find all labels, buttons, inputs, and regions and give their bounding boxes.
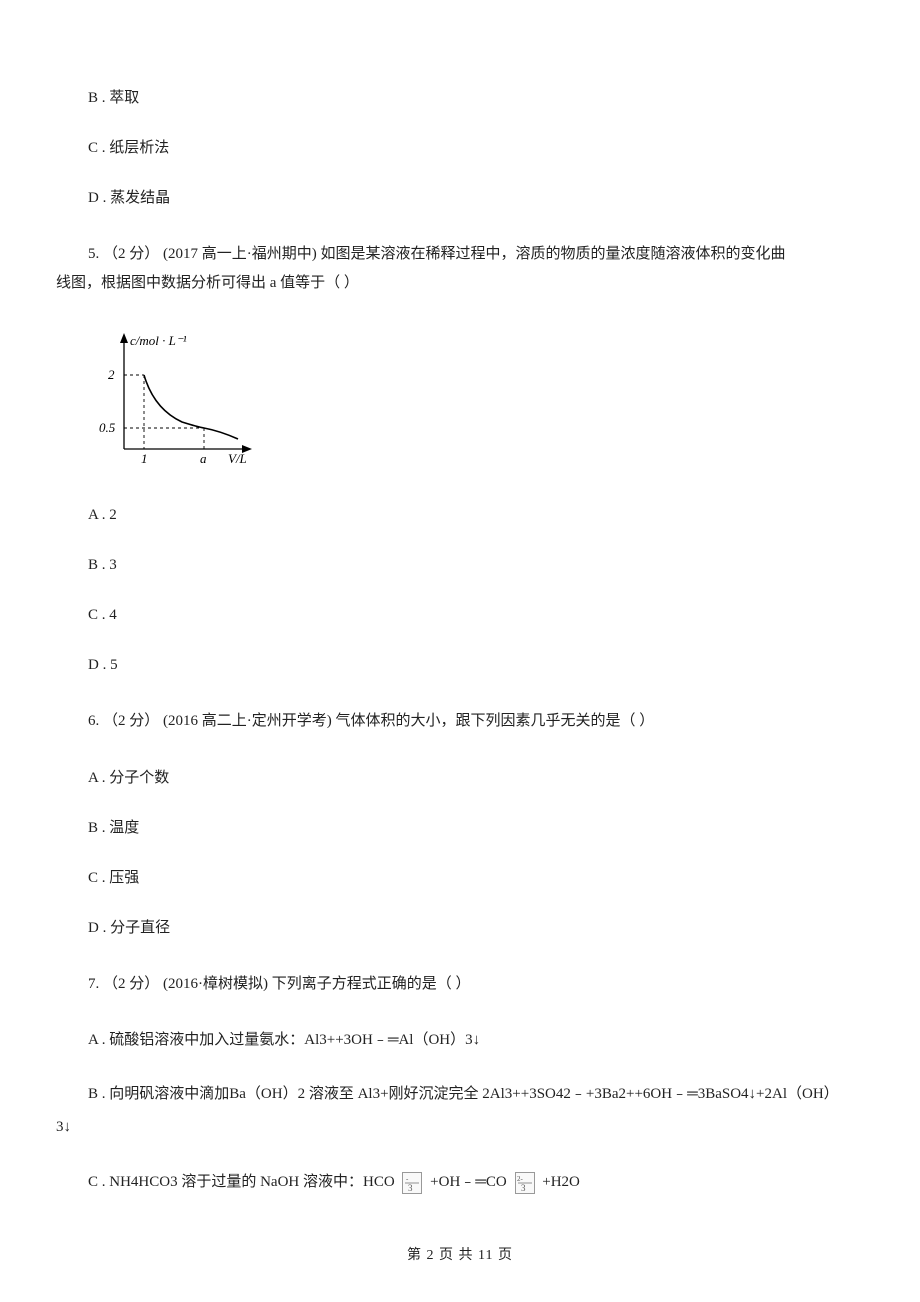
- ion-fragment-co3-icon: 2- 3: [515, 1172, 535, 1194]
- svg-text:3: 3: [521, 1183, 526, 1193]
- question-7-text: 7. （2 分） (2016·樟树模拟) 下列离子方程式正确的是（ ）: [88, 976, 471, 992]
- q7-option-c-post: +H2O: [542, 1174, 580, 1190]
- q7-option-c-pre: C . NH4HCO3 溶于过量的 NaOH 溶液中：HCO: [88, 1174, 398, 1190]
- q7-option-b-line1: B . 向明矾溶液中滴加Ba（OH）2 溶液至 Al3+刚好沉淀完全 2Al3+…: [88, 1086, 839, 1102]
- q7-option-b-line2: 3↓: [56, 1119, 71, 1135]
- dilution-chart: c/mol · L⁻¹ V/L 2 0.5 1 a: [90, 327, 260, 477]
- question-6-text: 6. （2 分） (2016 高二上·定州开学考) 气体体积的大小，跟下列因素几…: [88, 713, 654, 729]
- document-page: B . 萃取 C . 纸层析法 D . 蒸发结晶 5. （2 分） (2017 …: [0, 0, 920, 1302]
- q6-option-c: C . 压强: [88, 866, 864, 890]
- q5-option-d: D . 5: [88, 653, 864, 677]
- prev-option-d: D . 蒸发结晶: [88, 186, 864, 210]
- ion-fragment-hco3-icon: - 3: [402, 1172, 422, 1194]
- svg-text:-: -: [406, 1175, 409, 1183]
- prev-option-c: C . 纸层析法: [88, 136, 864, 160]
- question-5-text-line1: 5. （2 分） (2017 高一上·福州期中) 如图是某溶液在稀释过程中，溶质…: [88, 246, 786, 262]
- q7-option-c: C . NH4HCO3 溶于过量的 NaOH 溶液中：HCO - 3 +OH﹣═…: [88, 1170, 864, 1194]
- xtick-1: 1: [141, 451, 148, 466]
- svg-text:2-: 2-: [517, 1175, 524, 1183]
- question-5: 5. （2 分） (2017 高一上·福州期中) 如图是某溶液在稀释过程中，溶质…: [88, 240, 864, 297]
- page-footer: 第 2 页 共 11 页: [0, 1244, 920, 1264]
- ytick-0p5: 0.5: [99, 420, 116, 435]
- q6-option-d: D . 分子直径: [88, 916, 864, 940]
- q5-option-a: A . 2: [88, 503, 864, 527]
- chart-svg: c/mol · L⁻¹ V/L 2 0.5 1 a: [90, 327, 258, 472]
- q5-option-c: C . 4: [88, 603, 864, 627]
- chart-x-label: V/L: [228, 451, 247, 466]
- q6-option-a: A . 分子个数: [88, 766, 864, 790]
- chart-y-label: c/mol · L⁻¹: [130, 333, 187, 348]
- question-6: 6. （2 分） (2016 高二上·定州开学考) 气体体积的大小，跟下列因素几…: [88, 707, 864, 736]
- prev-option-b: B . 萃取: [88, 86, 864, 110]
- ytick-2: 2: [108, 367, 115, 382]
- question-7: 7. （2 分） (2016·樟树模拟) 下列离子方程式正确的是（ ）: [88, 970, 864, 999]
- q7-option-c-mid: +OH﹣═CO: [430, 1174, 510, 1190]
- q7-option-a: A . 硫酸铝溶液中加入过量氨水：Al3++3OH﹣═Al（OH）3↓: [88, 1028, 864, 1052]
- xtick-a: a: [200, 451, 207, 466]
- question-5-text-line2: 线图，根据图中数据分析可得出 a 值等于（ ）: [56, 275, 359, 291]
- q7-option-b: B . 向明矾溶液中滴加Ba（OH）2 溶液至 Al3+刚好沉淀完全 2Al3+…: [88, 1078, 864, 1144]
- svg-text:3: 3: [408, 1183, 413, 1193]
- q6-option-b: B . 温度: [88, 816, 864, 840]
- q5-option-b: B . 3: [88, 553, 864, 577]
- page-number: 第 2 页 共 11 页: [407, 1248, 513, 1263]
